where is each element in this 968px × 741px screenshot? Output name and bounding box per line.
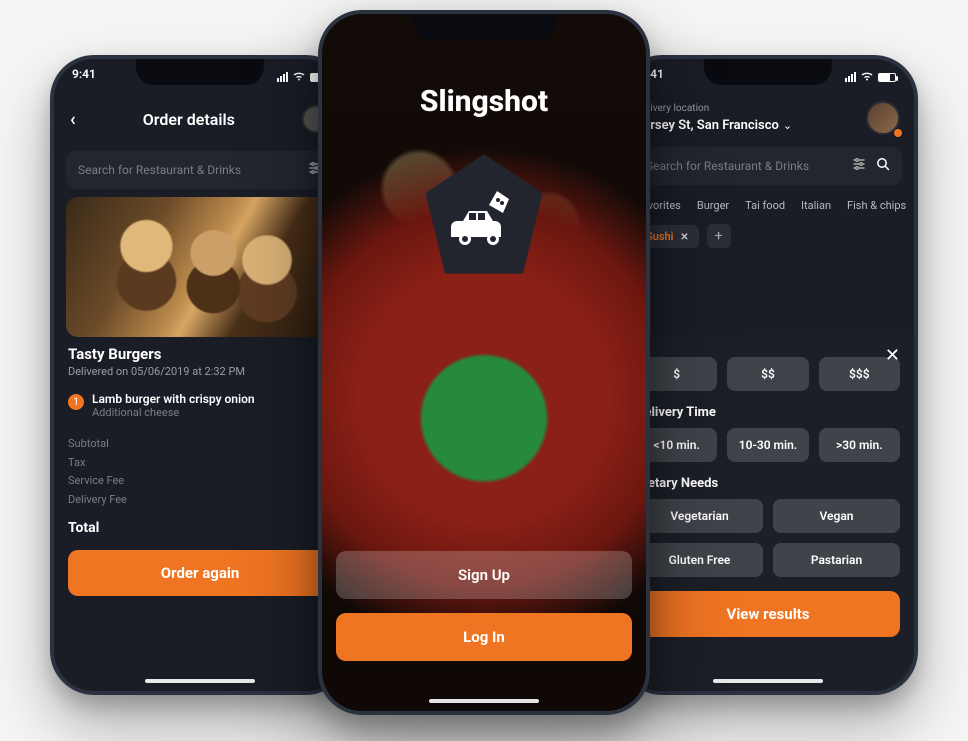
chip-remove-icon[interactable]: ✕	[680, 232, 688, 243]
signal-icon	[845, 72, 856, 82]
time-filter-row: <10 min. 10-30 min. >30 min.	[636, 428, 900, 462]
diet-option[interactable]: Pastarian	[773, 543, 900, 577]
add-filter-button[interactable]: +	[707, 224, 731, 248]
location-selector[interactable]: Jersey St, San Francisco ⌄	[636, 114, 792, 133]
avatar[interactable]	[866, 101, 900, 135]
price-filter-row: $ $$ $$$	[636, 357, 900, 391]
signup-button[interactable]: Sign Up	[336, 551, 632, 599]
home-indicator[interactable]	[713, 679, 823, 683]
phone-welcome: Slingshot	[318, 10, 650, 715]
filters-sheet: ✕ $ $$ $$$ Delivery Time <10 min. 10-30 …	[622, 335, 914, 691]
home-indicator[interactable]	[145, 679, 255, 683]
delivered-timestamp: Delivered on 05/06/2019 at 2:32 PM	[68, 365, 332, 378]
status-time: 9:41	[72, 67, 96, 87]
phone-discovery: 9:41 Delivery location Jersey St, San Fr…	[618, 55, 918, 695]
signal-icon	[277, 72, 288, 82]
page-title: Order details	[143, 110, 235, 129]
wifi-icon	[292, 70, 306, 84]
order-again-button[interactable]: Order again	[68, 550, 332, 596]
category-tab[interactable]: Tai food	[745, 199, 785, 212]
dietary-heading: Dietary Needs	[636, 476, 900, 491]
diet-option[interactable]: Gluten Free	[636, 543, 763, 577]
time-option[interactable]: >30 min.	[819, 428, 900, 462]
notch	[136, 59, 264, 85]
login-button[interactable]: Log In	[336, 613, 632, 661]
notch	[704, 59, 832, 85]
restaurant-name: Tasty Burgers	[68, 345, 332, 363]
close-icon[interactable]: ✕	[885, 345, 900, 366]
search-input[interactable]: Search for Restaurant & Drinks	[634, 147, 902, 185]
brand-title: Slingshot	[322, 84, 646, 119]
fee-subtotal: Subtotal	[68, 435, 332, 454]
notification-dot	[894, 129, 902, 137]
category-tab[interactable]: Fish & chips	[847, 199, 906, 212]
view-results-button[interactable]: View results	[636, 591, 900, 637]
location-label: Delivery location	[636, 103, 792, 114]
category-tab[interactable]: Burger	[697, 199, 729, 212]
fee-tax: Tax	[68, 454, 332, 473]
total-label: Total	[68, 520, 99, 536]
location-value: Jersey St, San Francisco	[636, 118, 779, 133]
chevron-down-icon: ⌄	[783, 119, 792, 132]
fee-service: Service Fee	[68, 472, 332, 491]
search-input[interactable]: Search for Restaurant & Drinks	[66, 151, 334, 189]
item-name: Lamb burger with crispy onion	[92, 392, 255, 406]
diet-filter-grid: Vegetarian Vegan Gluten Free Pastarian	[636, 499, 900, 577]
price-option[interactable]: $$	[727, 357, 808, 391]
phone-order-details: 9:41 ‹ Order details Search for Restaura…	[50, 55, 350, 695]
back-button[interactable]: ‹	[70, 109, 76, 130]
diet-option[interactable]: Vegetarian	[636, 499, 763, 533]
item-extra: Additional cheese	[92, 406, 255, 419]
search-icon[interactable]	[876, 157, 890, 175]
delivery-time-heading: Delivery Time	[636, 405, 900, 420]
app-logo-shield	[419, 154, 549, 284]
fee-breakdown: Subtotal Tax Service Fee Delivery Fee	[68, 435, 332, 510]
notch	[413, 14, 556, 40]
filter-chip-label: Sushi	[646, 230, 674, 243]
category-tab[interactable]: Italian	[801, 199, 831, 212]
search-placeholder: Search for Restaurant & Drinks	[78, 163, 308, 177]
wifi-icon	[860, 70, 874, 84]
diet-option[interactable]: Vegan	[773, 499, 900, 533]
quantity-badge: 1	[68, 394, 84, 410]
category-tabs: Favorites Burger Tai food Italian Fish &…	[622, 193, 914, 218]
search-placeholder: Search for Restaurant & Drinks	[646, 159, 842, 173]
home-indicator[interactable]	[429, 699, 539, 703]
time-option[interactable]: 10-30 min.	[727, 428, 808, 462]
restaurant-image	[66, 197, 334, 337]
fee-delivery: Delivery Fee	[68, 491, 332, 510]
battery-icon	[878, 73, 896, 82]
order-item: 1 Lamb burger with crispy onion Addition…	[68, 392, 332, 419]
filter-icon[interactable]	[852, 157, 866, 175]
delivery-car-icon	[449, 189, 519, 249]
